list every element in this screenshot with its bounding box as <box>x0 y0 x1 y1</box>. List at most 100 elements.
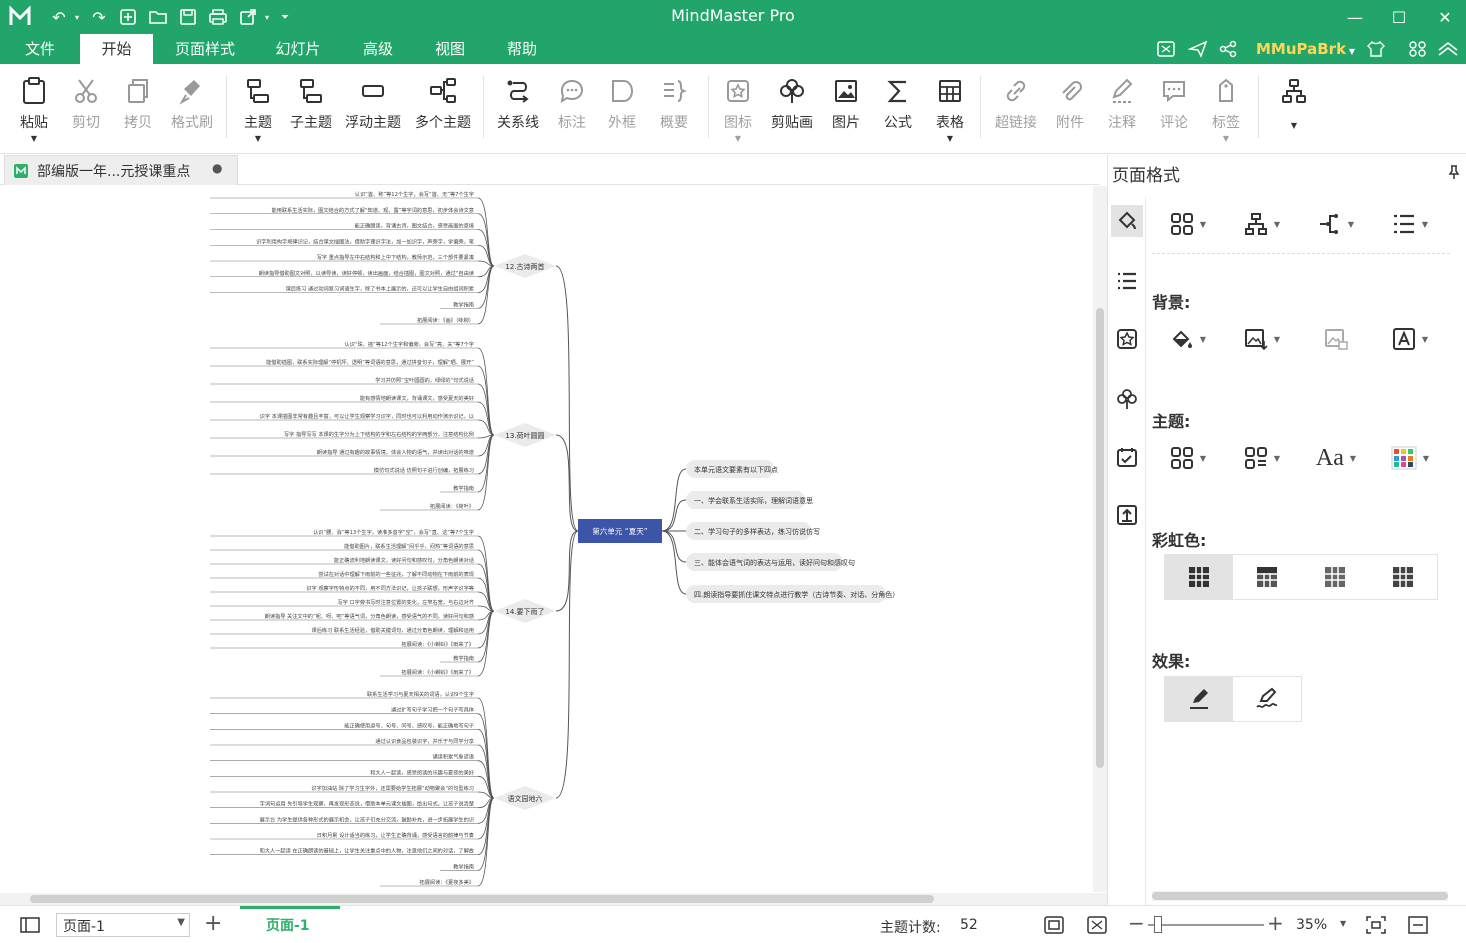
rainbow-option-level[interactable] <box>1301 555 1369 599</box>
page-tab[interactable]: 页面-1 <box>240 906 340 943</box>
zoom-in-icon[interactable]: + <box>1267 911 1284 935</box>
sub-node[interactable]: 识字 本课插图非常有趣且丰富，可以让学生观察学习识字，同时也可以利用动作演示识记… <box>260 412 474 420</box>
sub-node[interactable]: 拓展阅读：《小蝌蚪》《雨来了》 <box>401 640 474 648</box>
sub-node[interactable]: 和大人一起读 在正确朗读的基础上，让学生关注重点中的人物，注意他们之间的对话，了… <box>260 847 475 855</box>
sub-node[interactable]: 写字 指导写写 本课的生字分为上下结构的字和左右结构的字两部分，注意结构比例 <box>284 430 474 438</box>
sub-node[interactable]: 联系生活学习与夏天相关的词语，认识9个生字 <box>367 690 474 698</box>
expand-node[interactable]: 拓展阅读：《荷叶》 <box>430 502 474 510</box>
menu-home[interactable]: 开始 <box>80 34 153 64</box>
sub-node[interactable]: 能借助图片，联系生活理解“闷乎乎、闷热”等词语的意思 <box>344 542 474 550</box>
horizontal-scrollbar[interactable] <box>0 893 1107 905</box>
structure-dropdown[interactable]: ▼ <box>1232 207 1292 241</box>
sub-node[interactable]: 尝试在对话中理解下雨前的一些征兆，了解不同动物在下雨前的表现 <box>318 570 474 578</box>
fullscreen-expand-icon[interactable] <box>1087 916 1107 934</box>
boundary-button[interactable]: 外框 <box>600 74 644 144</box>
theme-palette-dropdown[interactable]: ▼ <box>1380 441 1440 475</box>
branch-node[interactable]: 语文园地六 <box>508 794 543 803</box>
rainbow-option-none[interactable] <box>1165 555 1233 599</box>
sub-node[interactable]: 认识“腰、消”等13个生字，读准多音字“空”，会写“直、这”等7个生字 <box>313 528 474 536</box>
theme-font-dropdown[interactable]: Aa ▼ <box>1306 441 1366 475</box>
clipart-button[interactable]: 剪贴画 <box>766 74 818 144</box>
paste-button[interactable]: 粘贴 ▼ <box>12 74 56 144</box>
menu-advanced[interactable]: 高级 <box>350 34 406 64</box>
numbering-dropdown[interactable]: ▼ <box>1380 207 1440 241</box>
effect-option-handdrawn[interactable] <box>1233 677 1301 721</box>
vertical-scrollbar[interactable] <box>1093 186 1107 892</box>
icon-tab-icon[interactable] <box>1111 323 1143 355</box>
zoom-level[interactable]: 35% <box>1296 917 1327 933</box>
sub-node[interactable]: 写字 重点指导左中右结构和上中下结构，教师示范，三个部件要紧凑 <box>317 253 475 261</box>
branch-node[interactable]: 本单元语文要素有以下四点 <box>694 465 778 474</box>
sub-node[interactable]: 朗读指导 关注文中的“呢、呀、吧”等语气词，分角色朗读，感受语气的不同，读好问句… <box>265 612 474 620</box>
multi-topic-button[interactable]: 多个主题 <box>412 74 474 144</box>
theme-dropdown[interactable]: ▼ <box>1158 441 1218 475</box>
sub-node[interactable]: 展示台 为学生提供各种形式的展示机会，让孩子们充分交流，鼓励补充，进一步拓展学生… <box>260 815 474 823</box>
zoom-slider[interactable] <box>1148 924 1264 926</box>
sub-node[interactable]: 课后练习 通过动词复习词语生字，除了书本上展示的，还可以让学生自由组词积累 <box>286 285 474 293</box>
sub-node[interactable]: 写字 口字旁书写时注意位置的变化，左窄右宽，与右边对齐 <box>337 598 474 606</box>
sub-node[interactable]: 能借助插图，联系实际理解“停机坪、透明”等词语的意思，通过拼音句子，理解“晒、展… <box>266 358 474 366</box>
sub-node[interactable]: 通过扩写句子学习把一个句子写具体 <box>391 706 475 714</box>
zoom-out-icon[interactable]: − <box>1128 911 1145 935</box>
menu-view[interactable]: 视图 <box>422 34 478 64</box>
fullscreen-icon[interactable] <box>1156 40 1176 58</box>
sub-node[interactable]: 通过认识食品包装识字，并乐于与同学分享 <box>375 737 474 745</box>
add-page-icon[interactable]: + <box>204 911 222 936</box>
sub-node[interactable]: 认识“珠、摇”等12个生字和偏旁，会写“亮、关”等7个字 <box>344 340 474 348</box>
page-format-tab-icon[interactable] <box>1111 205 1143 237</box>
method-node[interactable]: 教学指南 <box>453 862 474 870</box>
effect-option-normal[interactable] <box>1165 677 1233 721</box>
theme-color-dropdown[interactable]: ▼ <box>1232 441 1292 475</box>
hyperlink-button[interactable]: 超链接 <box>990 74 1042 144</box>
sub-node[interactable]: 识字 观察字形特点的不同，用不同方法识记，让孩子联想，形声字识字等 <box>306 584 474 592</box>
method-node[interactable]: 教学指南 <box>453 484 474 492</box>
outline-tab-icon[interactable] <box>1111 265 1143 297</box>
menu-file[interactable]: 文件 <box>10 34 70 64</box>
expand-node[interactable]: 拓展阅读：《小蝌蚪》《雨来了》 <box>401 668 474 676</box>
page-list-icon[interactable] <box>20 917 40 933</box>
table-button[interactable]: 表格 ▼ <box>928 74 972 144</box>
export-tab-icon[interactable] <box>1111 499 1143 531</box>
background-image-dropdown[interactable]: ▼ <box>1232 322 1292 356</box>
background-color-dropdown[interactable]: ▼ <box>1158 322 1218 356</box>
note-button[interactable]: 注释 <box>1100 74 1144 144</box>
picture-button[interactable]: 图片 <box>824 74 868 144</box>
attachment-button[interactable]: 附件 <box>1048 74 1092 144</box>
branch-node[interactable]: 12.古诗两首 <box>505 262 544 271</box>
format-brush-button[interactable]: 格式刷 <box>166 74 218 144</box>
close-panel-icon[interactable] <box>1408 916 1428 934</box>
comment-button[interactable]: 评论 <box>1152 74 1196 144</box>
method-node[interactable]: 教学指南 <box>453 654 474 662</box>
icon-button[interactable]: 图标 ▼ <box>716 74 760 144</box>
central-topic[interactable]: 第六单元 “夏天” <box>592 526 647 536</box>
mindmap-canvas[interactable]: 本单元语文要素有以下四点 一、学会联系生活实际，理解词语意思 二、学习句子的多样表达… <box>0 186 1093 892</box>
sub-node[interactable]: 模仿句式说话 仿照句子进行创编，拓展练习 <box>374 466 474 474</box>
minimize-icon[interactable]: — <box>1340 4 1370 30</box>
branch-node[interactable]: 14.要下雨了 <box>505 608 544 616</box>
zoom-dropdown-icon[interactable]: ▼ <box>1340 919 1346 928</box>
zoom-slider-handle[interactable] <box>1154 916 1162 933</box>
cut-button[interactable]: 剪切 <box>64 74 108 144</box>
clipart-tab-icon[interactable] <box>1111 383 1143 415</box>
layout-style-dropdown[interactable]: ▼ <box>1158 207 1218 241</box>
formula-button[interactable]: 公式 <box>876 74 920 144</box>
menu-slideshow[interactable]: 幻灯片 <box>262 34 334 64</box>
share-icon[interactable] <box>1218 40 1238 58</box>
sub-node[interactable]: 能用联系生活实际，图文结合的方式了解“知道、观、露”等字词的意思，初步体会诗文意 <box>271 206 474 214</box>
method-node[interactable]: 教学指南 <box>453 300 474 308</box>
maximize-icon[interactable]: ☐ <box>1384 4 1414 30</box>
branch-node[interactable]: 四.朗读指导要抓住课文特点进行教学（古诗节奏、对话、分角色） <box>694 590 899 599</box>
skin-icon[interactable] <box>1366 40 1386 58</box>
copy-button[interactable]: 拷贝 <box>116 74 160 144</box>
send-icon[interactable] <box>1188 40 1208 58</box>
fit-window-icon[interactable] <box>1366 916 1386 934</box>
user-account[interactable]: MMuPaBrk ▼ <box>1256 40 1355 58</box>
document-tab[interactable]: 部编版一年...元授课重点 ● <box>4 155 238 185</box>
sub-node[interactable]: 能正确流利地朗读课文，读好问句和感叹句，分角色朗读对话 <box>334 556 474 564</box>
sub-node[interactable]: 和大人一起读，感受阅读的乐趣与夏夜的美好 <box>370 768 474 776</box>
fit-page-icon[interactable] <box>1044 916 1064 934</box>
sub-node[interactable]: 能有感情地朗读课文，背诵课文，感受夏天的美好 <box>360 394 474 402</box>
sub-node[interactable]: 朗读指导 通过有趣的故事情境，体会人物的语气，并读出对话的味道 <box>317 448 474 456</box>
rainbow-option-branch[interactable] <box>1233 555 1301 599</box>
sub-node[interactable]: 诵读积累气象谚语 <box>432 753 474 761</box>
